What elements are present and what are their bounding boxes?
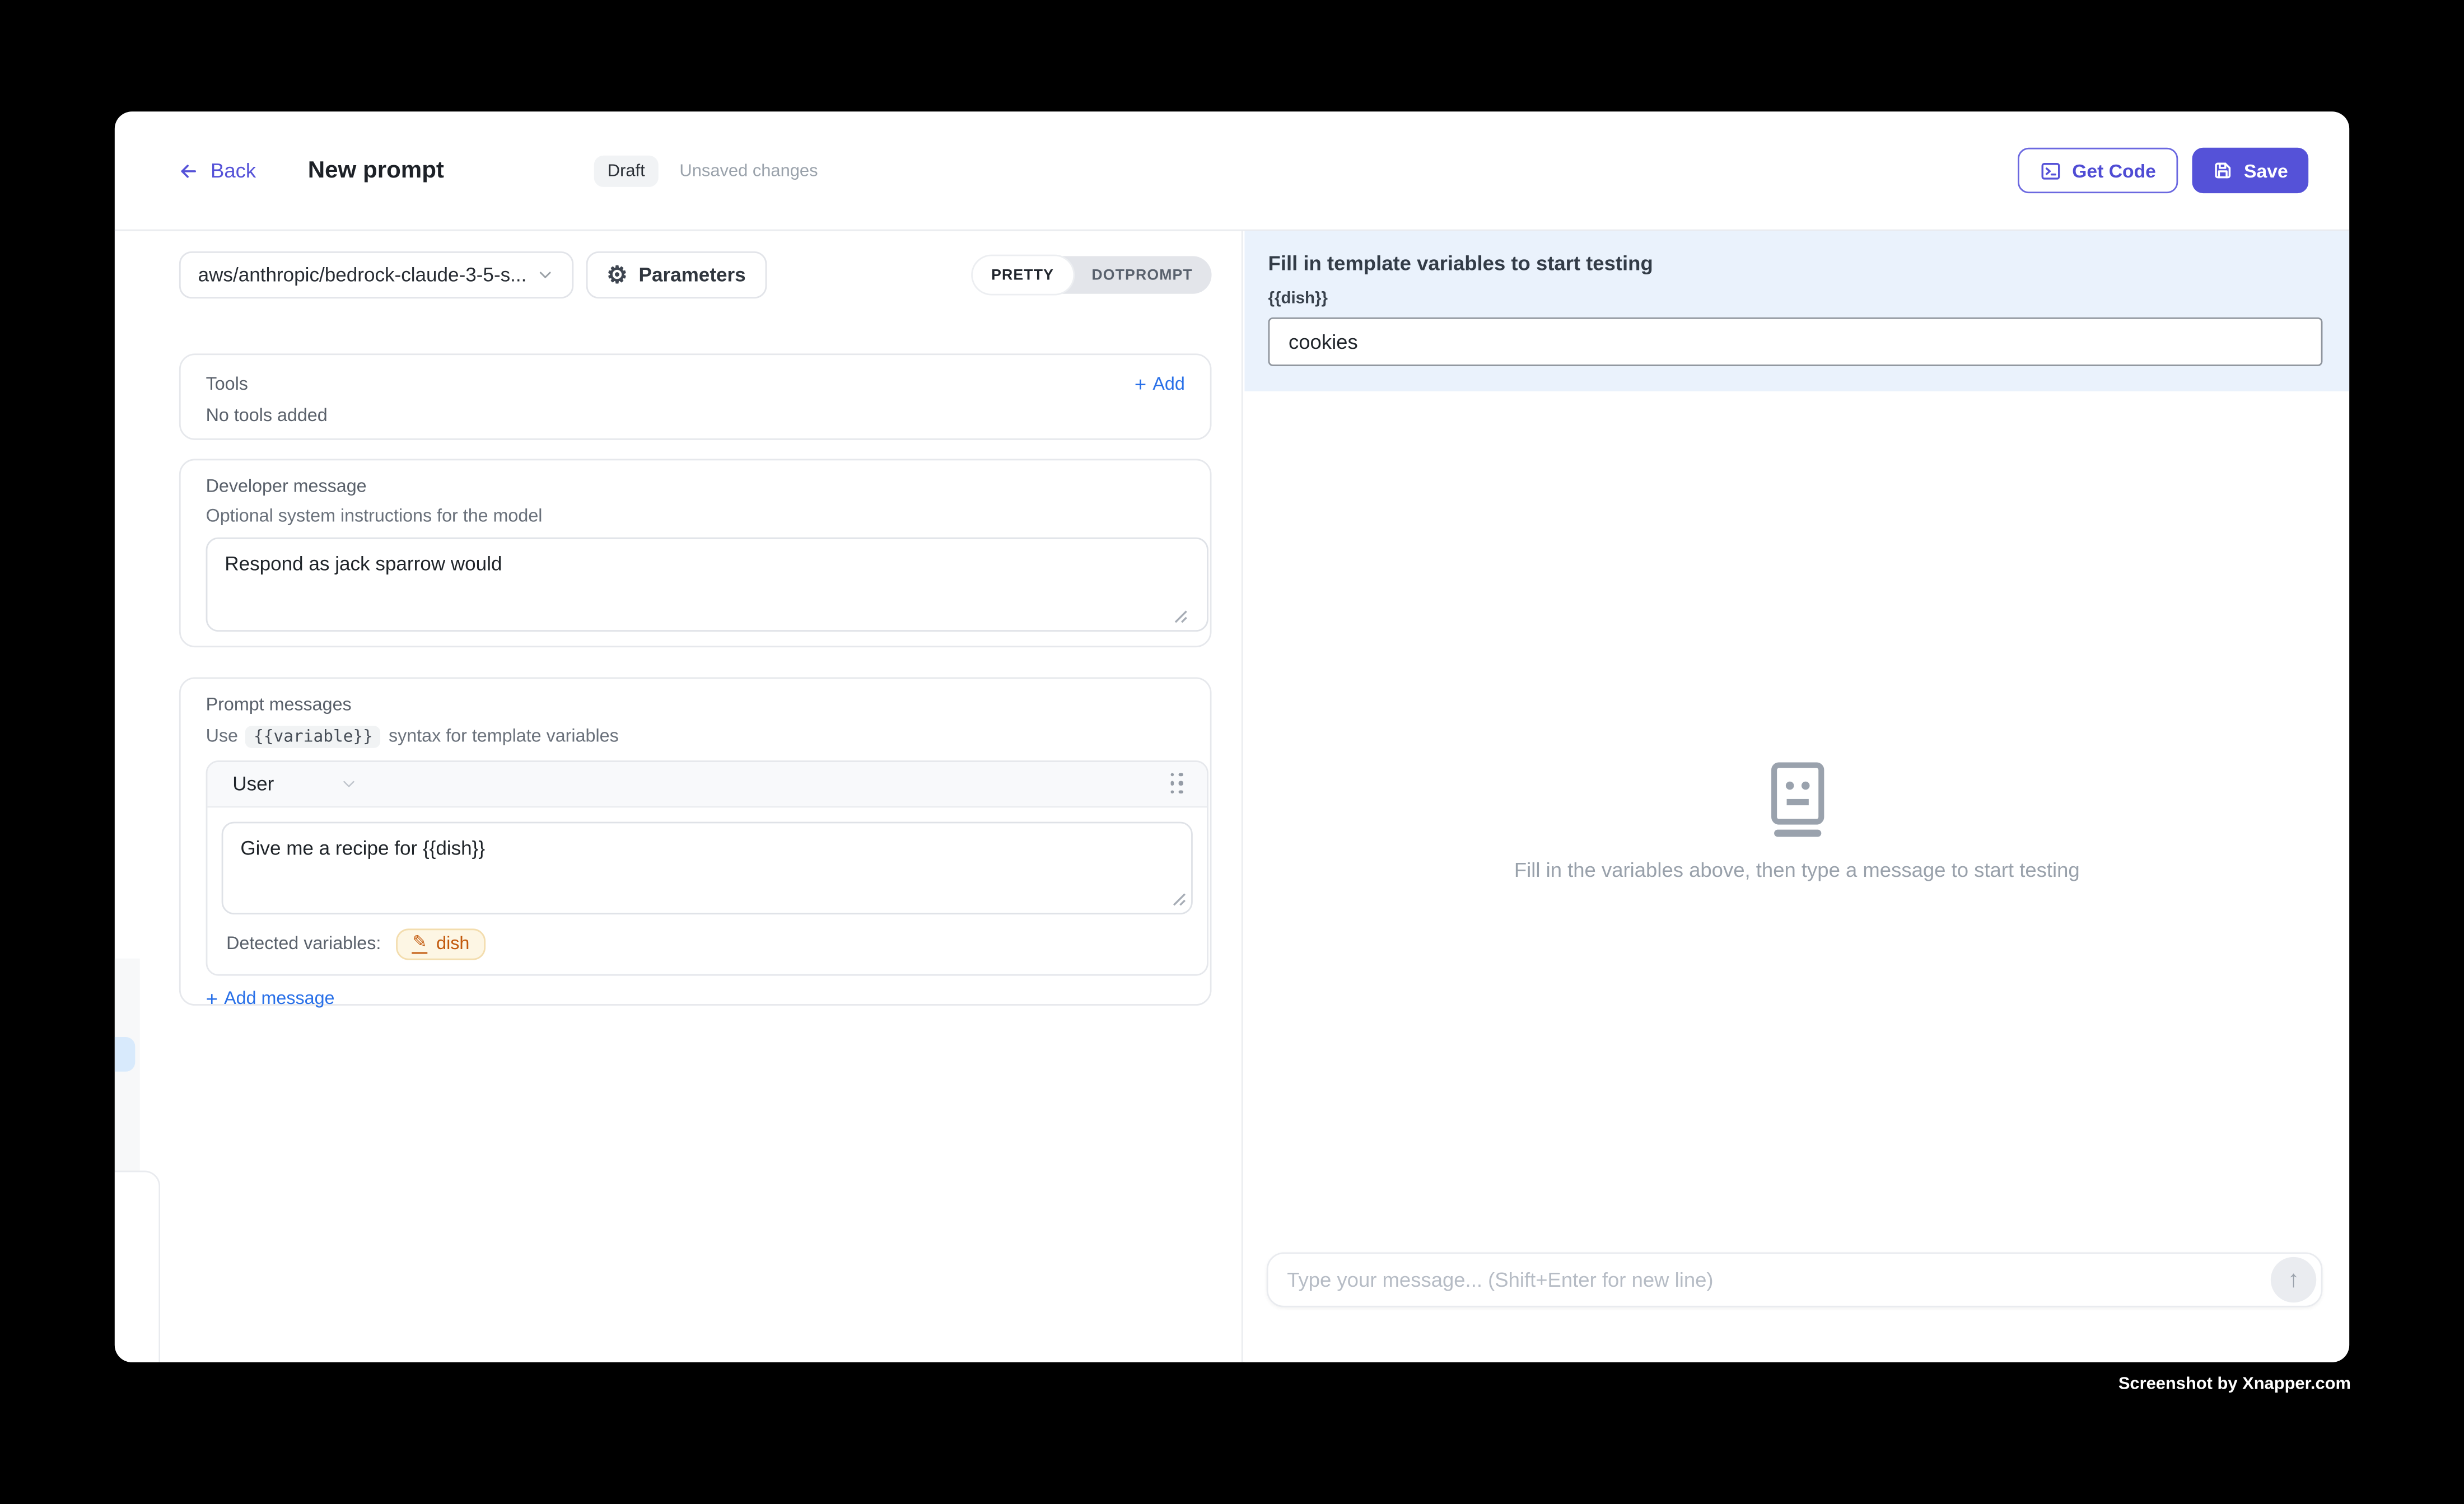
- status-badge: Draft: [594, 155, 659, 186]
- tools-card: Tools + Add No tools added: [179, 353, 1212, 440]
- resize-handle-icon[interactable]: [1171, 891, 1187, 907]
- unsaved-changes-text: Unsaved changes: [679, 161, 818, 180]
- add-message-label: Add message: [224, 989, 334, 1008]
- detected-variables-row: Detected variables: ✎ dish: [207, 914, 1207, 974]
- screenshot-canvas: Back New prompt Draft Unsaved changes Ge…: [0, 0, 2464, 1504]
- save-icon: [2213, 160, 2233, 180]
- developer-message-input[interactable]: Respond as jack sparrow would: [206, 538, 1208, 632]
- empty-state-text: Fill in the variables above, then type a…: [1514, 858, 2080, 881]
- get-code-button[interactable]: Get Code: [2017, 148, 2178, 193]
- add-tool-label: Add: [1152, 375, 1184, 394]
- variable-chip-label: dish: [436, 935, 469, 954]
- prompt-messages-card: Prompt messages Use {{variable}} syntax …: [179, 677, 1212, 1005]
- save-button[interactable]: Save: [2192, 148, 2308, 193]
- sidebar-card-fragment: [115, 1171, 160, 1362]
- code-terminal-icon: [2039, 160, 2061, 181]
- gear-icon: ⚙: [606, 263, 628, 287]
- role-select-value[interactable]: User: [232, 773, 274, 795]
- plus-icon: +: [1135, 374, 1146, 394]
- model-selector-value: aws/anthropic/bedrock-claude-3-5-s...: [198, 264, 527, 286]
- drag-handle-icon[interactable]: [1170, 772, 1185, 796]
- chat-message-input[interactable]: [1268, 1268, 2271, 1292]
- detected-variables-label: Detected variables:: [226, 935, 381, 954]
- template-variables-panel: Fill in template variables to start test…: [1244, 231, 2349, 391]
- parameters-button[interactable]: ⚙ Parameters: [586, 251, 766, 298]
- send-button[interactable]: ↑: [2271, 1257, 2316, 1302]
- developer-message-subtitle: Optional system instructions for the mod…: [206, 507, 1194, 526]
- add-message-button[interactable]: + Add message: [206, 988, 1194, 1008]
- model-row: aws/anthropic/bedrock-claude-3-5-s... ⚙ …: [179, 251, 1212, 298]
- header: Back New prompt Draft Unsaved changes Ge…: [115, 111, 2349, 231]
- view-mode-toggle: PRETTY DOTPROMPT: [972, 256, 1211, 293]
- add-tool-button[interactable]: + Add: [1135, 374, 1185, 394]
- prompt-messages-title: Prompt messages: [206, 696, 1194, 715]
- tools-title: Tools: [206, 375, 248, 394]
- plus-icon: +: [206, 988, 218, 1008]
- prompt-editor-pane: aws/anthropic/bedrock-claude-3-5-s... ⚙ …: [115, 231, 1243, 1362]
- watermark-text: Screenshot by Xnapper.com: [2118, 1375, 2351, 1394]
- resize-handle-icon[interactable]: [1172, 608, 1188, 624]
- hint-suffix: syntax for template variables: [389, 727, 619, 746]
- sidebar-active-item-fragment[interactable]: [115, 1037, 135, 1072]
- toggle-option-pretty[interactable]: PRETTY: [972, 256, 1072, 293]
- hint-prefix: Use: [206, 727, 238, 746]
- message-block: User Give me a recipe for {{dish}} Detec…: [206, 760, 1208, 975]
- variable-value-input[interactable]: [1268, 317, 2323, 366]
- toggle-option-dotprompt[interactable]: DOTPROMPT: [1073, 256, 1212, 293]
- app-window: Back New prompt Draft Unsaved changes Ge…: [115, 111, 2349, 1362]
- back-button[interactable]: Back: [178, 158, 256, 182]
- template-variables-title: Fill in template variables to start test…: [1268, 251, 2323, 275]
- variable-syntax-chip: {{variable}}: [246, 726, 381, 748]
- variable-chip-dish[interactable]: ✎ dish: [396, 928, 485, 960]
- save-label: Save: [2244, 160, 2288, 181]
- role-chevron-down-icon[interactable]: [340, 774, 359, 793]
- robot-face-icon: [1770, 762, 1823, 838]
- chevron-down-icon: [536, 265, 555, 284]
- message-text-input[interactable]: Give me a recipe for {{dish}}: [222, 822, 1193, 915]
- test-pane: Fill in template variables to start test…: [1244, 231, 2349, 1362]
- developer-message-card: Developer message Optional system instru…: [179, 459, 1212, 647]
- back-arrow-icon: [178, 160, 199, 181]
- get-code-label: Get Code: [2072, 160, 2156, 181]
- send-arrow-icon: ↑: [2288, 1267, 2299, 1293]
- variable-name-label: {{dish}}: [1268, 289, 2323, 308]
- prompt-messages-hint: Use {{variable}} syntax for template var…: [206, 726, 1194, 748]
- page-title: New prompt: [308, 157, 444, 184]
- tools-empty-text: No tools added: [206, 407, 1185, 426]
- chat-empty-state: Fill in the variables above, then type a…: [1244, 762, 2349, 881]
- back-label: Back: [211, 158, 256, 182]
- pencil-icon: ✎: [412, 935, 427, 954]
- parameters-label: Parameters: [639, 264, 746, 286]
- developer-message-title: Developer message: [206, 478, 1194, 497]
- message-composer: ↑: [1267, 1252, 2323, 1307]
- message-header: User: [207, 762, 1207, 807]
- model-selector[interactable]: aws/anthropic/bedrock-claude-3-5-s...: [179, 251, 573, 298]
